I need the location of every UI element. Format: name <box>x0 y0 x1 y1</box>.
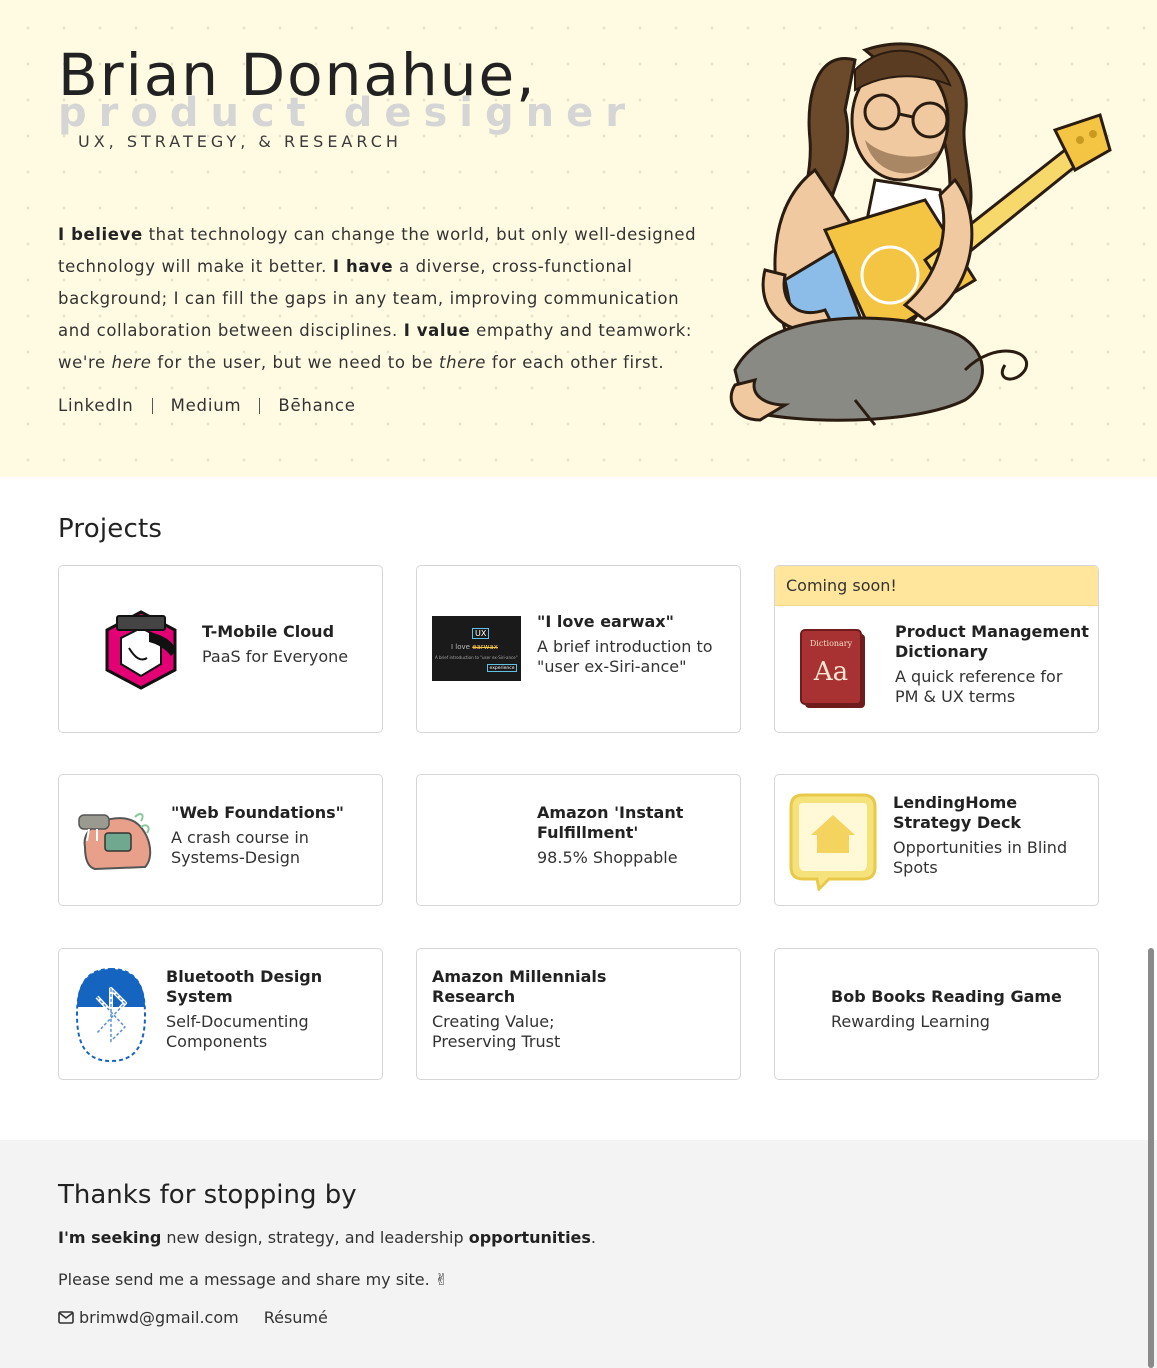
divider <box>151 397 153 414</box>
seeking-text: I'm seeking new design, strategy, and le… <box>58 1228 596 1247</box>
ux-badge: UX <box>472 628 490 639</box>
hero-section: product designer Brian Donahue, UX, STRA… <box>0 0 1157 477</box>
card-subtitle: Opportunities in Blind Spots <box>893 838 1068 877</box>
book-title-text: Dictionary <box>810 639 853 648</box>
card-text: "I love earwax" A brief introduction to … <box>537 612 727 677</box>
card-title: Amazon 'Instant Fulfillment' <box>537 803 684 842</box>
scrollbar[interactable] <box>1148 948 1154 1368</box>
card-subtitle: Rewarding Learning <box>831 1012 990 1031</box>
card-text: "Web Foundations" A crash course in Syst… <box>171 803 371 868</box>
card-title: Product Management Dictionary <box>895 622 1089 661</box>
share-message: Please send me a message and share my si… <box>58 1270 449 1289</box>
tagline: UX, STRATEGY, & RESEARCH <box>78 132 402 151</box>
card-text: LendingHome Strategy Deck Opportunities … <box>893 793 1093 878</box>
tmobile-cloud-logo-icon <box>105 610 177 690</box>
house-speech-bubble-icon <box>789 793 877 891</box>
project-card-bob-books[interactable]: Bob Books Reading Game Rewarding Learnin… <box>774 948 1099 1080</box>
card-text: Amazon Millennials Research Creating Val… <box>432 967 612 1052</box>
card-subtitle: PaaS for Everyone <box>202 647 349 666</box>
book-letters-text: Aa <box>813 657 848 687</box>
bluetooth-icon <box>75 967 147 1063</box>
card-title: Bluetooth Design System <box>166 967 323 1006</box>
page-title: Brian Donahue, <box>58 41 537 109</box>
project-card-amazon-millennials[interactable]: Amazon Millennials Research Creating Val… <box>416 948 741 1080</box>
envelope-icon <box>58 1311 74 1324</box>
bio-there: there <box>439 353 487 372</box>
project-card-bluetooth[interactable]: Bluetooth Design System Self-Documenting… <box>58 948 383 1080</box>
thumb-line-text: I love <box>451 643 470 651</box>
bio-here: here <box>111 353 152 372</box>
earwax-slide-thumbnail-icon: UX I love earwax A brief introduction to… <box>432 616 521 681</box>
bio-believe: I believe <box>58 225 143 244</box>
coming-soon-banner: Coming soon! <box>775 566 1098 606</box>
project-card-pm-dictionary: Coming soon! Dictionary Aa Product Manag… <box>774 565 1099 733</box>
dictionary-book-icon: Dictionary Aa <box>800 629 865 708</box>
email-link[interactable]: brimwd@gmail.com <box>79 1308 239 1327</box>
card-title: "I love earwax" <box>537 612 674 631</box>
walrus-illustration-icon <box>78 813 152 871</box>
project-card-tmobile-cloud[interactable]: T-Mobile Cloud PaaS for Everyone <box>58 565 383 733</box>
card-title: LendingHome Strategy Deck <box>893 793 1022 832</box>
card-title: T-Mobile Cloud <box>202 622 335 641</box>
card-text: T-Mobile Cloud PaaS for Everyone <box>202 622 372 667</box>
thumb-struck-text: earwax <box>472 643 498 651</box>
card-subtitle: A brief introduction to "user ex-Siri-an… <box>537 637 713 676</box>
opportunities-bold: opportunities <box>468 1228 591 1247</box>
project-card-amazon-instant-fulfillment[interactable]: Amazon 'Instant Fulfillment' 98.5% Shopp… <box>416 774 741 906</box>
card-title: Bob Books Reading Game <box>831 987 1062 1006</box>
seeking-mid: new design, strategy, and leadership <box>161 1228 469 1247</box>
card-text: Bob Books Reading Game Rewarding Learnin… <box>831 987 1071 1032</box>
card-title: "Web Foundations" <box>171 803 344 822</box>
card-subtitle: Self-Documenting Components <box>166 1012 309 1051</box>
guitar-player-illustration <box>729 42 1112 426</box>
seeking-end: . <box>590 1228 597 1247</box>
bio-text-4: for the user, but we need to be <box>151 353 440 372</box>
linkedin-link[interactable]: LinkedIn <box>58 396 134 415</box>
seeking-bold: I'm seeking <box>58 1228 162 1247</box>
card-subtitle: A crash course in Systems-Design <box>171 828 309 867</box>
contact-links: brimwd@gmail.com Résumé <box>58 1308 328 1327</box>
card-title: Amazon Millennials Research <box>432 967 607 1006</box>
bio-value: I value <box>403 321 471 340</box>
card-subtitle: Creating Value; Preserving Trust <box>432 1012 561 1051</box>
social-links: LinkedIn Medium Bēhance <box>58 396 356 415</box>
footer-heading: Thanks for stopping by <box>58 1180 357 1210</box>
project-card-web-foundations[interactable]: "Web Foundations" A crash course in Syst… <box>58 774 383 906</box>
behance-link[interactable]: Bēhance <box>278 396 355 415</box>
divider <box>259 397 261 414</box>
thumb-line: I love earwax <box>451 643 498 651</box>
footer: Thanks for stopping by I'm seeking new d… <box>0 1140 1157 1368</box>
resume-link[interactable]: Résumé <box>264 1308 328 1327</box>
bio-text-5: for each other first. <box>486 353 665 372</box>
projects-heading: Projects <box>58 514 163 544</box>
card-subtitle: 98.5% Shoppable <box>537 848 678 867</box>
card-text: Amazon 'Instant Fulfillment' 98.5% Shopp… <box>537 803 727 868</box>
card-text: Bluetooth Design System Self-Documenting… <box>166 967 371 1052</box>
card-text: Product Management Dictionary A quick re… <box>895 622 1090 707</box>
bio-have: I have <box>332 257 394 276</box>
medium-link[interactable]: Medium <box>171 396 242 415</box>
thumb-caption: A brief introduction to "user ex-Siri-an… <box>435 655 518 660</box>
card-subtitle: A quick reference for PM & UX terms <box>895 667 1063 706</box>
bio-paragraph: I believe that technology can change the… <box>58 219 698 379</box>
project-card-lendinghome[interactable]: LendingHome Strategy Deck Opportunities … <box>774 774 1099 906</box>
thumb-tag: experience <box>487 664 517 672</box>
project-card-earwax[interactable]: UX I love earwax A brief introduction to… <box>416 565 741 733</box>
